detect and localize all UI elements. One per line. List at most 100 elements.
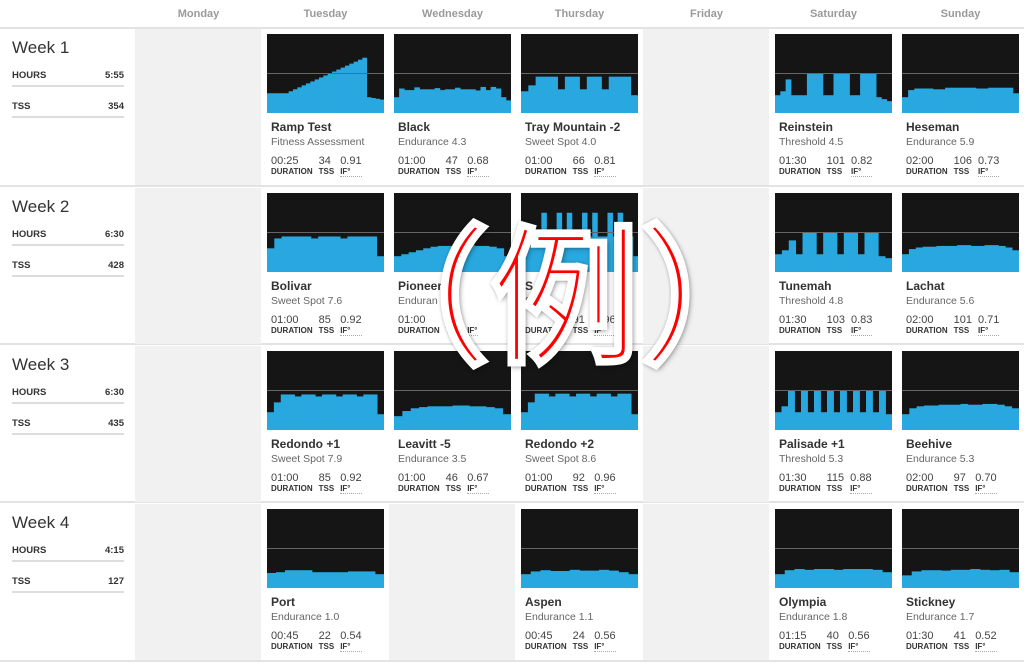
workout-card[interactable]: Port Endurance 1.0 00:45 DURATION 22 TSS 0.54 I…	[267, 509, 384, 652]
workout-card[interactable]: Ramp Test Fitness Assessment 00:25 DURATION…	[267, 34, 384, 177]
day-cell-tuesday: Ramp Test Fitness Assessment 00:25 DURATION…	[262, 29, 388, 185]
workout-category: Sweet Spot 4.0	[525, 136, 597, 148]
profile-segment	[345, 65, 350, 113]
workout-name[interactable]: Tunemah	[779, 279, 892, 293]
workout-card[interactable]: Heseman Endurance 5.9 02:00 DURATION 106 TSS 0…	[902, 34, 1019, 177]
profile-segment	[908, 90, 915, 113]
stat-label: DURATION	[906, 326, 948, 335]
stat-value: 435	[108, 418, 124, 429]
profile-segment	[332, 71, 337, 113]
workout-name[interactable]: Port	[271, 595, 384, 609]
workout-name[interactable]: Leavitt -5	[398, 437, 511, 451]
profile-segment	[833, 569, 844, 588]
profile-segment	[886, 101, 892, 113]
stat-label: IF°	[594, 326, 616, 336]
profile-segment	[285, 570, 295, 588]
day-cell-friday[interactable]	[643, 188, 769, 344]
profile-segment	[859, 412, 867, 430]
workout-name[interactable]: Black	[398, 120, 511, 134]
day-cell-wednesday[interactable]	[389, 504, 515, 660]
profile-segment	[528, 85, 537, 113]
workout-card[interactable]: Redondo +2 Sweet Spot 8.6 01:00 DURATION 92 T…	[521, 351, 638, 494]
workout-card[interactable]: Reinstein Threshold 4.5 01:30 DURATION 101 TS…	[775, 34, 892, 177]
workout-card[interactable]: Tunemah Threshold 4.8 01:30 DURATION 103 TSS 0…	[775, 193, 892, 336]
workout-profile-chart	[775, 509, 892, 588]
workout-card[interactable]: Black Endurance 4.3 01:00 DURATION 47 TSS 0.68…	[394, 34, 511, 177]
workout-name[interactable]: Beehive	[906, 437, 1019, 451]
workout-tss: 66 TSS	[573, 156, 589, 177]
workout-card[interactable]: Olympia Endurance 1.8 01:15 DURATION 40 TSS 0.…	[775, 509, 892, 652]
stat-label: IF°	[467, 326, 478, 336]
workout-name[interactable]: Pioneer	[398, 279, 511, 293]
workout-name[interactable]: Palisade +1	[779, 437, 892, 451]
workout-name[interactable]: Tray Mountain -2	[525, 120, 638, 134]
workout-card[interactable]: Stickney Endurance 1.7 01:30 DURATION 41 TSS 0…	[902, 509, 1019, 652]
week-title: Week 1	[12, 38, 70, 57]
workout-card[interactable]: Pioneer Enduran 01:00 DURATION TSS IF°	[394, 193, 511, 336]
profile-segment	[339, 572, 349, 588]
workout-name[interactable]: Heseman	[906, 120, 1019, 134]
workout-tss: 85 TSS	[319, 315, 335, 336]
stat-value: 354	[108, 101, 124, 112]
workout-card[interactable]: Tray Mountain -2 Sweet Spot 4.0 01:00 DURAT…	[521, 34, 638, 177]
profile-segment	[844, 73, 850, 113]
day-cell-tuesday: Port Endurance 1.0 00:45 DURATION 22 TSS 0.54 I…	[262, 504, 388, 660]
workout-profile-chart	[902, 34, 1019, 113]
workout-card[interactable]: Leavitt -5 Endurance 3.5 01:00 DURATION 46 TS…	[394, 351, 511, 494]
day-cell-friday[interactable]	[643, 346, 769, 502]
day-cell-friday[interactable]	[643, 29, 769, 185]
workout-name[interactable]: S	[525, 279, 638, 293]
stat-label: TSS	[953, 642, 970, 651]
workout-card[interactable]: Aspen Endurance 1.1 00:45 DURATION 24 TSS 0.56…	[521, 509, 638, 652]
stat-value: 66	[572, 155, 585, 167]
workout-stats: 01:00 DURATION 66 TSS 0.81 IF°	[525, 156, 638, 177]
workout-card[interactable]: S S 8.5 DURATION 91 TSS 0.96 IF°	[521, 193, 638, 336]
profile-segment	[866, 390, 873, 430]
workout-stats: 02:00 DURATION 106 TSS 0.73 IF°	[906, 156, 1019, 177]
profile-segment	[596, 393, 604, 430]
workout-name[interactable]: Bolivar	[271, 279, 384, 293]
stat-value: 0.91	[340, 155, 362, 167]
day-cell-monday[interactable]	[135, 188, 261, 344]
day-cell-monday[interactable]	[135, 346, 261, 502]
workout-profile-chart	[902, 193, 1019, 272]
workout-name[interactable]: Reinstein	[779, 120, 892, 134]
profile-segment	[288, 91, 294, 113]
workout-card[interactable]: Bolivar Sweet Spot 7.6 01:00 DURATION 85 TSS 0…	[267, 193, 384, 336]
workout-name[interactable]: Ramp Test	[271, 120, 384, 134]
stat-label: TSS	[318, 326, 335, 335]
profile-segment	[526, 246, 532, 272]
stat-label: IF°	[850, 167, 873, 177]
workout-profile-chart	[267, 509, 384, 588]
profile-segment	[790, 95, 797, 113]
profile-segment	[349, 63, 355, 113]
workout-name[interactable]: Stickney	[906, 595, 1019, 609]
profile-segment	[970, 245, 979, 272]
profile-segment	[353, 61, 359, 113]
workout-name[interactable]: Aspen	[525, 595, 638, 609]
profile-segment	[994, 87, 1001, 113]
workout-name[interactable]: Redondo +2	[525, 437, 638, 451]
profile-segment	[945, 87, 952, 113]
profile-segment	[788, 390, 795, 430]
workout-card[interactable]: Redondo +1 Sweet Spot 7.9 01:00 DURATION 85 T…	[267, 351, 384, 494]
profile-segment	[306, 83, 311, 113]
day-cell-friday[interactable]	[643, 504, 769, 660]
workout-name[interactable]: Lachat	[906, 279, 1019, 293]
day-cell-monday[interactable]	[135, 504, 261, 660]
workout-name[interactable]: Olympia	[779, 595, 892, 609]
workout-if: 0.91 IF°	[340, 155, 362, 177]
workout-card[interactable]: Lachat Endurance 5.6 02:00 DURATION 101 TSS 0.…	[902, 193, 1019, 336]
stat-label: TSS	[12, 418, 31, 429]
profile-segment	[410, 408, 420, 430]
day-cell-sunday: Stickney Endurance 1.7 01:30 DURATION 41 TSS 0…	[897, 504, 1023, 660]
workout-if: 0.52 IF°	[975, 631, 997, 652]
day-cell-monday[interactable]	[135, 29, 261, 185]
workout-if: 0.68 IF°	[467, 156, 489, 177]
workout-card[interactable]: Palisade +1 Threshold 5.3 01:30 DURATION 115…	[775, 351, 892, 494]
workout-name[interactable]: Redondo +1	[271, 437, 384, 451]
profile-segment	[989, 570, 1000, 588]
workout-card[interactable]: Beehive Endurance 5.3 02:00 DURATION 97 TSS 0.…	[902, 351, 1019, 494]
profile-segment	[308, 394, 316, 430]
stat-value: 106	[953, 155, 972, 167]
